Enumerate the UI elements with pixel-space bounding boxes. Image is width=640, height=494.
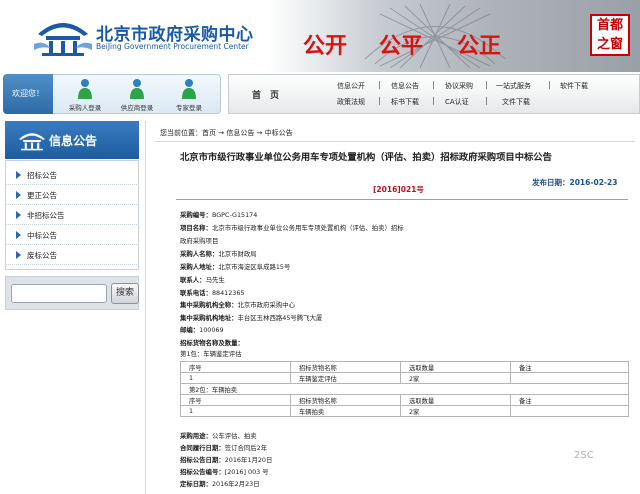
arrow-right-icon xyxy=(16,191,21,199)
watermark: 2SC xyxy=(574,450,594,461)
nav-policies[interactable]: 政策法规 xyxy=(337,97,365,107)
welcome-label: 欢迎您！ xyxy=(3,74,53,114)
sidebar-title: 信息公告 xyxy=(49,134,98,148)
main-nav xyxy=(228,74,640,114)
sidebar-item-tender[interactable]: 招标公告 xyxy=(5,165,139,185)
package-2-label-row: 第2包：车辆拍卖 xyxy=(180,383,629,395)
sidebar-item-award[interactable]: 中标公告 xyxy=(5,225,139,245)
field-agency-address: 集中采购机构地址：丰台区玉林西路45号腾飞大厦 xyxy=(180,314,323,322)
field-purchaser-address: 采购人地址：北京市海淀区阜成路15号 xyxy=(180,263,291,271)
sidebar-header: 信息公告 xyxy=(5,121,139,159)
sidebar-item-non-tender[interactable]: 非招标公告 xyxy=(5,205,139,225)
field-contract-date: 合同履行日期：签订合同后2年 xyxy=(180,444,268,452)
nav-divider xyxy=(486,81,487,89)
nav-divider xyxy=(379,81,380,89)
nav-agreement-purchase[interactable]: 协议采购 xyxy=(445,81,473,91)
field-postcode: 邮编：100069 xyxy=(180,326,224,334)
search-button[interactable]: 搜索 xyxy=(111,283,139,304)
sidebar-item-correction[interactable]: 更正公告 xyxy=(5,185,139,205)
breadcrumb: 您当前位置：首页 → 信息公告 → 中标公告 xyxy=(160,129,293,137)
site-title-en: BeiJing Government Procurement Center xyxy=(96,42,249,51)
sidebar-search: 搜索 xyxy=(5,276,139,310)
nav-one-stop-service[interactable]: 一站式服务 xyxy=(496,81,531,91)
purchaser-login-label: 采购人登录 xyxy=(68,104,102,112)
nav-divider xyxy=(549,81,550,89)
title-divider xyxy=(176,199,628,200)
nav-divider xyxy=(433,81,434,89)
field-tender-notice-date: 招标公告日期：2016年1月20日 xyxy=(180,456,273,464)
field-goods-heading: 招标货物名称及数量： xyxy=(180,339,244,347)
user-icon xyxy=(78,79,92,99)
arrow-right-icon xyxy=(16,231,21,239)
nav-software-download[interactable]: 软件下载 xyxy=(560,81,588,91)
breadcrumb-divider xyxy=(155,141,635,142)
table-header-row: 序号 招标货物名称 选取数量 备注 xyxy=(180,361,629,373)
arrow-right-icon xyxy=(16,171,21,179)
field-contact: 联系人：马先生 xyxy=(180,276,225,284)
arrow-right-icon xyxy=(16,211,21,219)
document-number: [2016]021号 xyxy=(373,185,424,194)
field-project-name: 项目名称：北京市市级行政事业单位公务用车专项处置机构（评估、拍卖）招标 xyxy=(180,224,404,232)
table-row: 1 车辆鉴定评估 2家 xyxy=(180,372,629,384)
sidebar-item-void[interactable]: 废标公告 xyxy=(5,245,139,265)
arrow-right-icon xyxy=(16,251,21,259)
capital-window-badge: 首都 之窗 xyxy=(590,14,630,56)
nav-file-download[interactable]: 文件下载 xyxy=(502,97,530,107)
table-header-row: 序号 招标货物名称 选取数量 备注 xyxy=(180,394,629,406)
nav-tender-download[interactable]: 标书下载 xyxy=(391,97,419,107)
field-purpose: 采购用途：公车评估、拍卖 xyxy=(180,432,257,440)
package-1-table: 序号 招标货物名称 选取数量 备注 1 车辆鉴定评估 2家 第2包：车辆拍卖 序… xyxy=(180,361,629,417)
table-row: 1 车辆拍卖 2家 xyxy=(180,405,629,417)
article-title: 北京市市级行政事业单位公务用车专项处置机构（评估、拍卖）招标政府采购项目中标公告 xyxy=(180,152,552,163)
field-project-name-cont: 政府采购项目 xyxy=(180,237,219,245)
procurement-center-logo xyxy=(19,133,45,151)
field-tender-notice-no: 招标公告编号：[2016] 003 号 xyxy=(180,468,269,476)
site-banner: 北京市政府采购中心 BeiJing Government Procurement… xyxy=(0,0,640,72)
nav-divider xyxy=(486,97,487,105)
nav-divider xyxy=(433,97,434,105)
slogan-open: 公开 xyxy=(303,33,348,59)
procurement-center-logo xyxy=(34,23,92,56)
search-input[interactable] xyxy=(11,284,107,303)
nav-info-disclosure[interactable]: 信息公开 xyxy=(337,81,365,91)
nav-info-announcement[interactable]: 信息公告 xyxy=(391,81,419,91)
nav-ca-cert[interactable]: CA认证 xyxy=(445,97,469,107)
expert-login-label: 专家登录 xyxy=(176,104,202,112)
slogan-just: 公正 xyxy=(457,33,502,59)
user-icon xyxy=(130,79,144,99)
purchaser-login-link[interactable]: 采购人登录 xyxy=(58,78,112,112)
field-phone: 联系电话：88412365 xyxy=(180,289,245,297)
publish-date: 发布日期：2016-02-23 xyxy=(532,178,618,187)
nav-home[interactable]: 首 页 xyxy=(252,88,279,101)
nav-divider xyxy=(379,97,380,105)
field-purchaser-name: 采购人名称：北京市财政局 xyxy=(180,250,257,258)
user-icon xyxy=(182,79,196,99)
supplier-login-label: 供应商登录 xyxy=(120,104,154,112)
field-package-1: 第1包：车辆鉴定评估 xyxy=(180,350,242,358)
field-purchase-no: 采购编号：BGPC-G15174 xyxy=(180,211,258,219)
slogan-fair: 公平 xyxy=(379,33,424,59)
field-agency-name: 集中采购机构全称：北京市政府采购中心 xyxy=(180,301,296,309)
expert-login-link[interactable]: 专家登录 xyxy=(162,78,216,112)
supplier-login-link[interactable]: 供应商登录 xyxy=(110,78,164,112)
field-award-date: 定标日期：2016年2月23日 xyxy=(180,480,260,488)
